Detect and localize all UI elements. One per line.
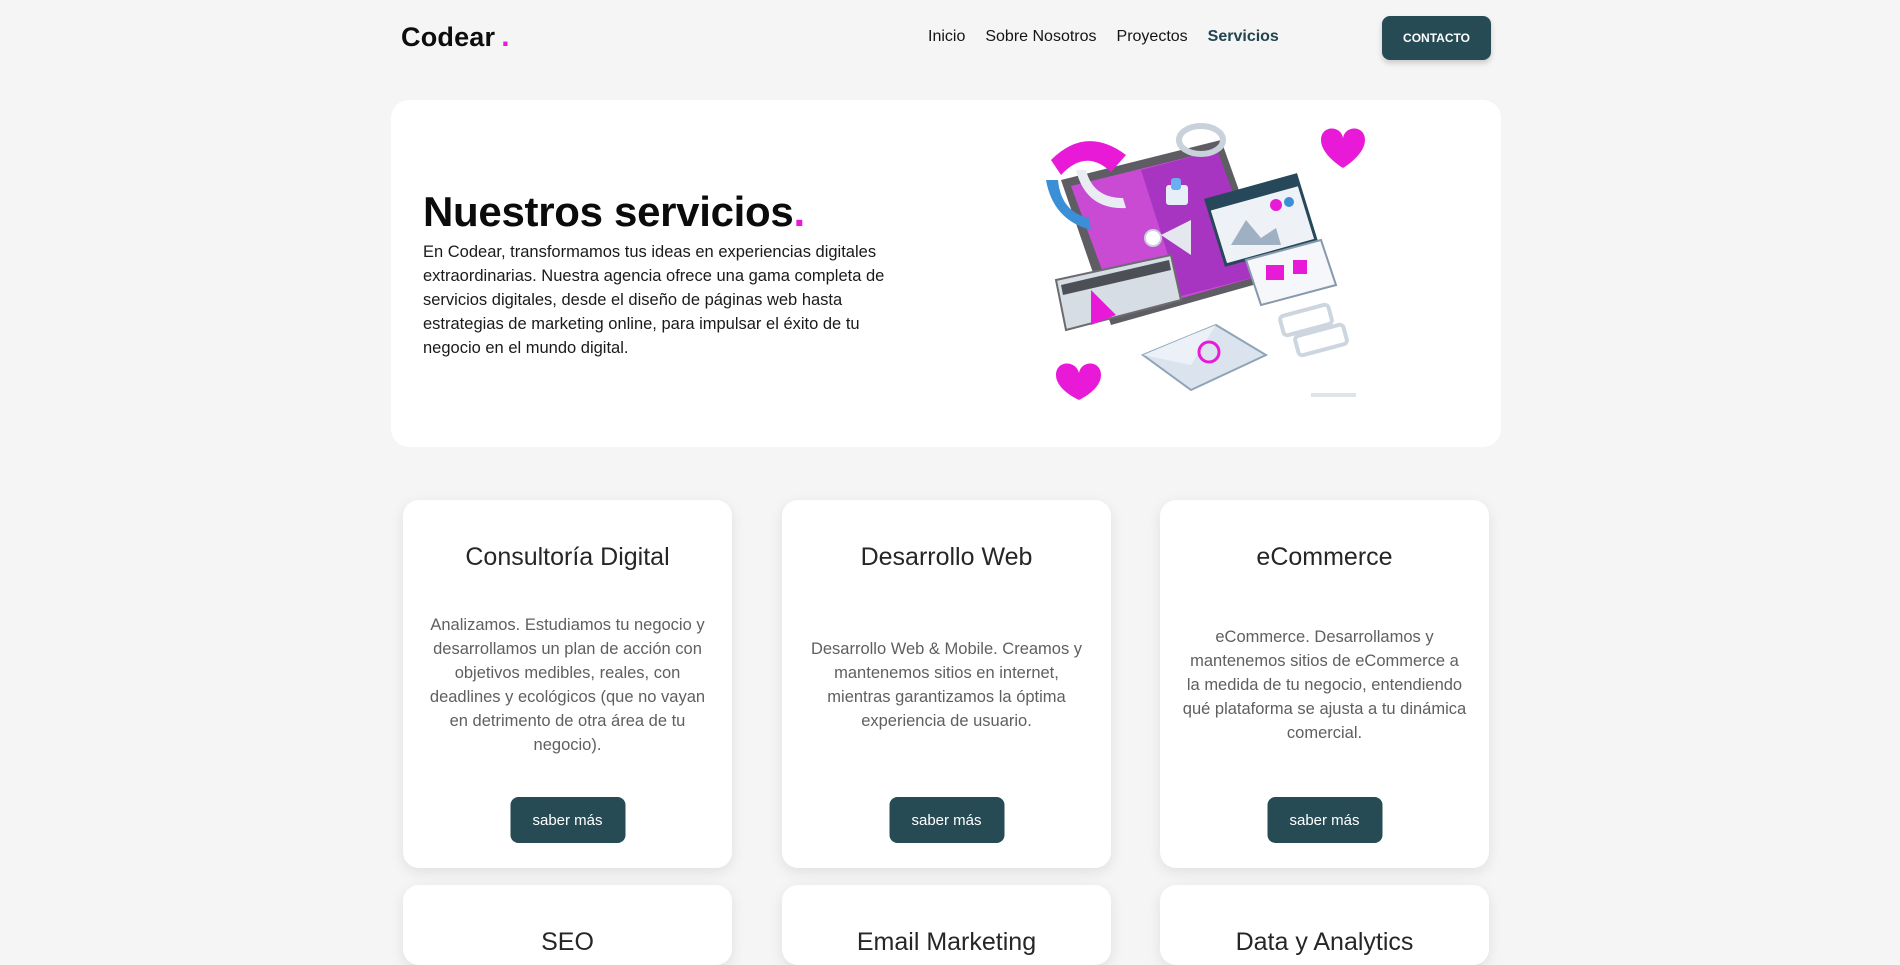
service-title: eCommerce: [1256, 543, 1393, 571]
service-card-email-marketing: Email Marketing: [782, 885, 1111, 965]
logo-dot: .: [501, 20, 510, 53]
service-card-ecommerce: eCommerce eCommerce. Desarrollamos y man…: [1160, 500, 1489, 868]
service-title: Data y Analytics: [1235, 928, 1414, 956]
page-title-text: Nuestros servicios: [423, 188, 794, 235]
hero-description: En Codear, transformamos tus ideas en ex…: [423, 243, 885, 357]
hero-section: Nuestros servicios. En Codear, transform…: [391, 100, 1501, 447]
nav-sobre-nosotros[interactable]: Sobre Nosotros: [985, 28, 1096, 46]
service-description: eCommerce. Desarrollamos y mantenemos si…: [1182, 628, 1467, 742]
saber-mas-button[interactable]: saber más: [1267, 797, 1382, 843]
logo-text: Codear: [401, 22, 496, 52]
service-card-desarrollo-web: Desarrollo Web Desarrollo Web & Mobile. …: [782, 500, 1111, 868]
page-title: Nuestros servicios.: [423, 188, 805, 236]
logo[interactable]: Codear.: [401, 20, 510, 54]
service-card-consultoria: Consultoría Digital Analizamos. Estudiam…: [403, 500, 732, 868]
nav-inicio[interactable]: Inicio: [928, 28, 965, 46]
contact-button[interactable]: CONTACTO: [1382, 16, 1491, 60]
nav-proyectos[interactable]: Proyectos: [1117, 28, 1188, 46]
service-title: Email Marketing: [856, 928, 1037, 956]
service-description: Desarrollo Web & Mobile. Creamos y mante…: [810, 640, 1083, 730]
service-title: SEO: [541, 928, 594, 956]
title-dot: .: [793, 188, 805, 235]
service-card-seo: SEO: [403, 885, 732, 965]
saber-mas-button[interactable]: saber más: [510, 797, 625, 843]
site-header: Codear. Inicio Sobre Nosotros Proyectos …: [0, 0, 1900, 76]
main-nav: Inicio Sobre Nosotros Proyectos Servicio…: [928, 28, 1279, 46]
service-description: Analizamos. Estudiamos tu negocio y desa…: [429, 616, 706, 754]
service-title: Desarrollo Web: [860, 543, 1033, 571]
service-title: Consultoría Digital: [465, 543, 670, 571]
nav-servicios[interactable]: Servicios: [1208, 28, 1279, 46]
saber-mas-button[interactable]: saber más: [889, 797, 1004, 843]
digital-marketing-illustration: [1046, 123, 1365, 400]
service-card-data-analytics: Data y Analytics: [1160, 885, 1489, 965]
